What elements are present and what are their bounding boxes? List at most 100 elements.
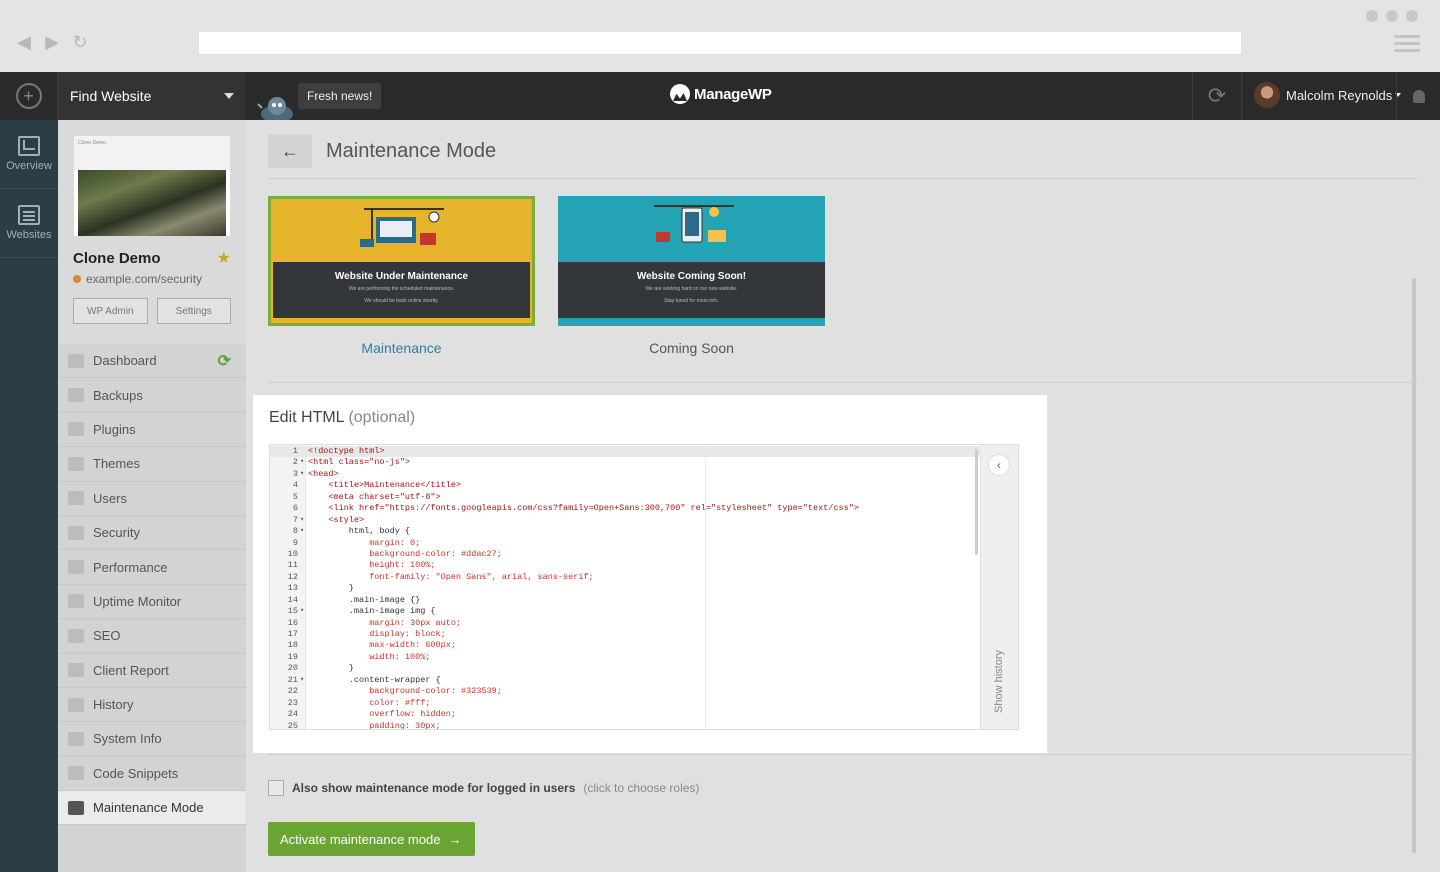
code-line[interactable]: 20 } [270,663,982,674]
user-menu[interactable]: Malcolm Reynolds [1254,82,1402,108]
fold-arrow-icon[interactable]: ▾ [298,515,308,526]
site-card: Clone Demo Clone Demo ★ example.com/secu… [58,120,246,344]
code-lines[interactable]: 1 <!doctype html> 2 ▾ <html class="no-js"> 3 ▾… [270,445,982,729]
add-website-button[interactable]: + [0,72,58,120]
code-line[interactable]: 25 padding: 30px; [270,721,982,730]
code-line[interactable]: 24 overflow: hidden; [270,709,982,720]
code-line[interactable]: 3 ▾ <head> [270,469,982,480]
code-line[interactable]: 7 ▾ <style> [270,515,982,526]
back-arrow-icon[interactable]: ◀ [16,32,32,53]
line-number: 24 [287,709,298,720]
menu-item-client-report[interactable]: Client Report [58,654,246,688]
menu-item-code-snippets[interactable]: Code Snippets [58,757,246,792]
code-line[interactable]: 11 height: 100%; [270,560,982,571]
template-card-coming-soon[interactable]: Website Coming Soon! We are working hard… [558,196,825,326]
menu-item-plugins[interactable]: Plugins [58,413,246,448]
site-name: Clone Demo [73,249,161,267]
editor-scrollbar[interactable] [975,449,978,555]
chart-monitor-icon [18,136,40,156]
rail-label: Websites [6,229,52,241]
code-line[interactable]: 5 <meta charset="utf-8"> [270,492,982,503]
code-text: <link href="https://fonts.googleapis.com… [308,503,859,514]
logged-in-users-checkbox[interactable] [268,780,284,796]
refresh-icon[interactable]: ⟳ [218,351,231,371]
show-history-toggle[interactable]: Show history [993,650,1005,713]
menu-item-maintenance-mode[interactable]: Maintenance Mode [58,791,246,826]
chevron-left-icon[interactable]: ‹ [988,454,1010,476]
site-thumbnail[interactable]: Clone Demo [74,136,230,236]
code-line[interactable]: 15 ▾ .main-image img { [270,606,982,617]
menu-item-seo[interactable]: SEO [58,619,246,654]
fold-arrow-icon[interactable]: ▾ [298,606,308,617]
forward-arrow-icon[interactable]: ▶ [44,32,60,53]
fold-arrow-icon [298,686,308,697]
hamburger-menu-icon[interactable] [1394,35,1420,56]
code-line[interactable]: 13 } [270,583,982,594]
window-dot[interactable] [1406,10,1418,22]
code-line[interactable]: 17 display: block; [270,629,982,640]
settings-button[interactable]: Settings [156,298,231,324]
menu-item-performance[interactable]: Performance [58,550,246,585]
find-website-dropdown[interactable]: Find Website [58,72,246,120]
divider [268,754,1418,755]
code-text: background-color: #323539; [308,686,502,697]
fold-arrow-icon[interactable]: ▾ [298,457,308,468]
template-card-maintenance[interactable]: Website Under Maintenance We are perform… [268,196,535,326]
code-line[interactable]: 2 ▾ <html class="no-js"> [270,457,982,468]
fold-arrow-icon [298,583,308,594]
code-line[interactable]: 14 .main-image {} [270,595,982,606]
code-editor[interactable]: 1 <!doctype html> 2 ▾ <html class="no-js"> 3 ▾… [269,444,1019,730]
menu-item-history[interactable]: History [58,688,246,723]
code-line[interactable]: 1 <!doctype html> [270,446,982,458]
code-line[interactable]: 21 ▾ .content-wrapper { [270,675,982,686]
menu-label: Users [93,490,127,506]
fold-arrow-icon[interactable]: ▾ [298,526,308,537]
code-line[interactable]: 6 <link href="https://fonts.googleapis.c… [270,503,982,514]
code-line[interactable]: 18 max-width: 600px; [270,640,982,651]
code-line[interactable]: 4 <title>Maintenance</title> [270,480,982,491]
code-line[interactable]: 19 width: 100%; [270,652,982,663]
menu-item-themes[interactable]: Themes [58,447,246,482]
wp-admin-button[interactable]: WP Admin [73,298,148,324]
reload-icon[interactable]: ↻ [72,32,88,53]
fold-arrow-icon[interactable]: ▾ [298,675,308,686]
site-panel: Clone Demo Clone Demo ★ example.com/secu… [58,120,246,872]
code-line[interactable]: 16 margin: 30px auto; [270,618,982,629]
sync-icon[interactable]: ⟳ [1192,72,1242,120]
choose-roles-link[interactable]: (click to choose roles) [583,781,699,795]
code-line[interactable]: 9 margin: 0; [270,538,982,549]
fresh-news-button[interactable]: Fresh news! [298,83,382,109]
menu-item-security[interactable]: Security [58,516,246,551]
template-label-maintenance[interactable]: Maintenance [268,340,535,356]
thumbnail-header: Clone Demo [74,136,230,170]
fold-arrow-icon [298,721,308,730]
robot-mascot-icon[interactable] [256,88,298,120]
managewp-logo[interactable]: ManageWP [670,84,772,104]
menu-item-system-info[interactable]: System Info [58,722,246,757]
site-url[interactable]: example.com/security [73,272,231,286]
page-scrollbar[interactable] [1412,278,1416,853]
back-button[interactable]: ← [268,134,312,168]
checkbox-label[interactable]: Also show maintenance mode for logged in… [292,781,575,795]
address-bar[interactable] [198,31,1242,55]
line-number: 12 [287,571,298,582]
star-icon[interactable]: ★ [217,248,231,268]
line-number: 8 [292,526,298,537]
code-line[interactable]: 10 background-color: #ddac27; [270,549,982,560]
notifications-bell-icon[interactable] [1396,72,1440,120]
code-line[interactable]: 23 color: #fff; [270,698,982,709]
menu-item-backups[interactable]: Backups [58,378,246,413]
code-line[interactable]: 22 background-color: #323539; [270,686,982,697]
menu-item-uptime-monitor[interactable]: Uptime Monitor [58,585,246,620]
rail-item-overview[interactable]: Overview [0,120,58,189]
code-line[interactable]: 12 font-family: "Open Sans", arial, sans… [270,572,982,583]
rail-item-websites[interactable]: Websites [0,189,58,258]
activate-maintenance-button[interactable]: Activate maintenance mode → [268,822,475,856]
menu-item-dashboard[interactable]: Dashboard ⟳ [58,344,246,379]
template-label-coming-soon[interactable]: Coming Soon [558,340,825,356]
window-dot[interactable] [1366,10,1378,22]
code-line[interactable]: 8 ▾ html, body { [270,526,982,537]
fold-arrow-icon[interactable]: ▾ [298,469,308,480]
menu-item-users[interactable]: Users [58,482,246,516]
window-dot[interactable] [1386,10,1398,22]
